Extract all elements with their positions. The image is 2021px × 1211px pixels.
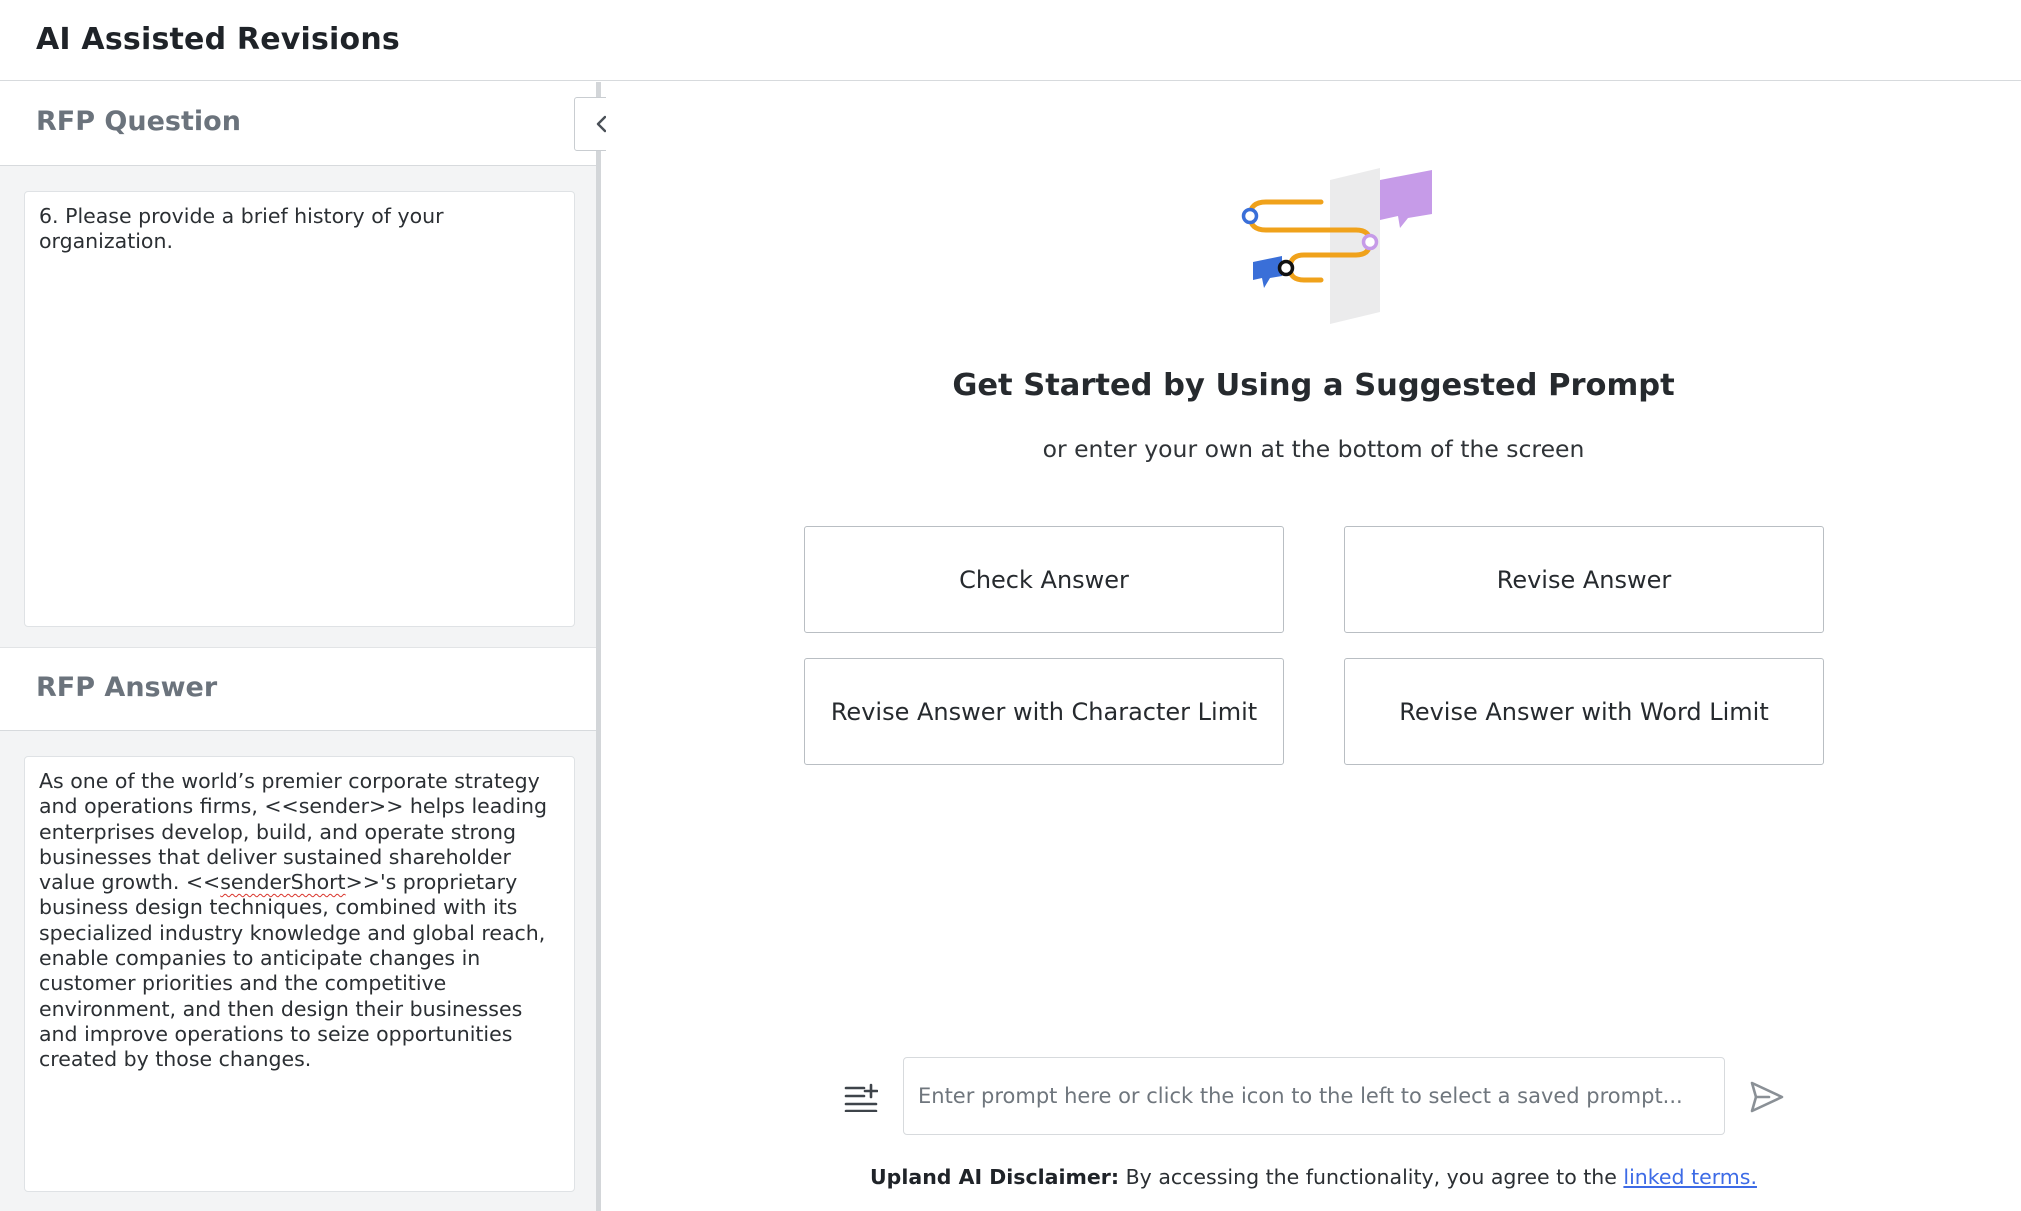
revise-word-limit-button[interactable]: Revise Answer with Word Limit [1344,658,1824,765]
rfp-question-title: RFP Question [36,106,241,137]
get-started-subtext: or enter your own at the bottom of the s… [1042,435,1585,463]
app-title: AI Assisted Revisions [36,22,400,57]
playlist-add-icon[interactable] [844,1082,878,1112]
app-header: AI Assisted Revisions [0,0,2021,81]
disclaimer-text: By accessing the functionality, you agre… [1119,1165,1624,1189]
revise-answer-button[interactable]: Revise Answer [1344,526,1824,633]
get-started-heading: Get Started by Using a Suggested Prompt [952,368,1675,403]
misspelled-word: senderShort [220,870,346,895]
rfp-question-header: RFP Question [0,82,596,166]
rfp-answer-header: RFP Answer [0,647,596,731]
send-icon[interactable] [1749,1080,1785,1114]
rfp-answer-title: RFP Answer [36,672,218,703]
linked-terms-link[interactable]: linked terms. [1623,1165,1757,1189]
prompt-input[interactable] [903,1057,1725,1135]
disclaimer-label: Upland AI Disclaimer: [870,1165,1120,1189]
rfp-question-text[interactable]: 6. Please provide a brief history of you… [24,191,575,627]
main-panel: Get Started by Using a Suggested Prompt … [606,82,2021,1211]
sidebar: RFP Question 6. Please provide a brief h… [0,82,601,1211]
check-answer-button[interactable]: Check Answer [804,526,1284,633]
revise-character-limit-button[interactable]: Revise Answer with Character Limit [804,658,1284,765]
answer-text-part: >>'s proprietary business design techniq… [39,870,546,1072]
prompt-illustration [1241,168,1432,324]
ai-disclaimer: Upland AI Disclaimer: By accessing the f… [606,1165,2021,1189]
rfp-answer-text[interactable]: As one of the world’s premier corporate … [24,756,575,1192]
